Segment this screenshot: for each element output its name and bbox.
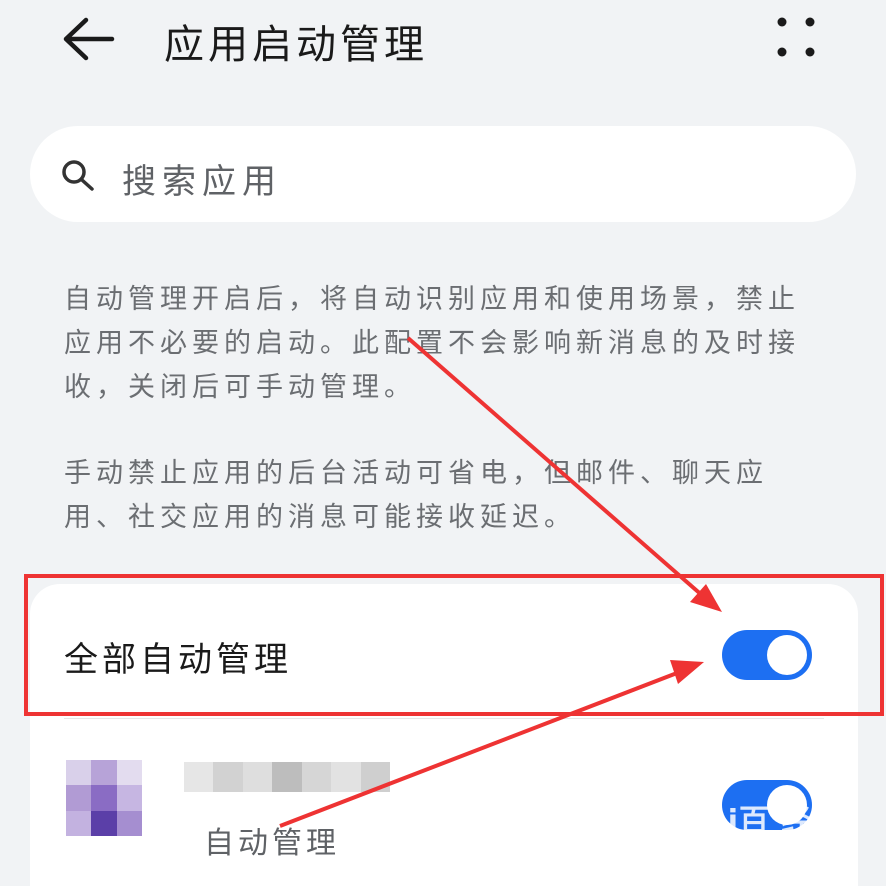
description-paragraph-manual: 手动禁止应用的后台活动可省电，但邮件、聊天应用、社交应用的消息可能接收延迟。: [64, 458, 768, 533]
more-options-icon[interactable]: [770, 12, 822, 64]
app-icon: [66, 760, 142, 836]
page-title: 应用启动管理: [164, 22, 428, 68]
toggle-knob: [767, 635, 807, 675]
arrow-left-icon[interactable]: [60, 14, 116, 64]
watermark-url: jingyan.baidu.com: [680, 841, 846, 860]
watermark-brand: Bai百 经验: [682, 804, 844, 839]
description-paragraph-auto: 自动管理开启后，将自动识别应用和使用场景，禁止应用不必要的启动。此配置不会影响新…: [64, 284, 800, 403]
app-status-label: 自动管理: [204, 826, 340, 861]
search-placeholder: 搜索应用: [122, 162, 282, 202]
watermark: Bai百 经验 jingyan.baidu.com: [678, 804, 848, 870]
app-name-redacted: [184, 762, 390, 792]
all-auto-manage-toggle[interactable]: [722, 630, 812, 680]
all-auto-manage-label: 全部自动管理: [64, 640, 292, 680]
app-screen: 应用启动管理 搜索应用 自动管理开启后，将自动识别应用和使用场景，禁止应用不必要…: [0, 0, 886, 886]
search-icon: [62, 160, 94, 191]
divider: [64, 718, 824, 719]
